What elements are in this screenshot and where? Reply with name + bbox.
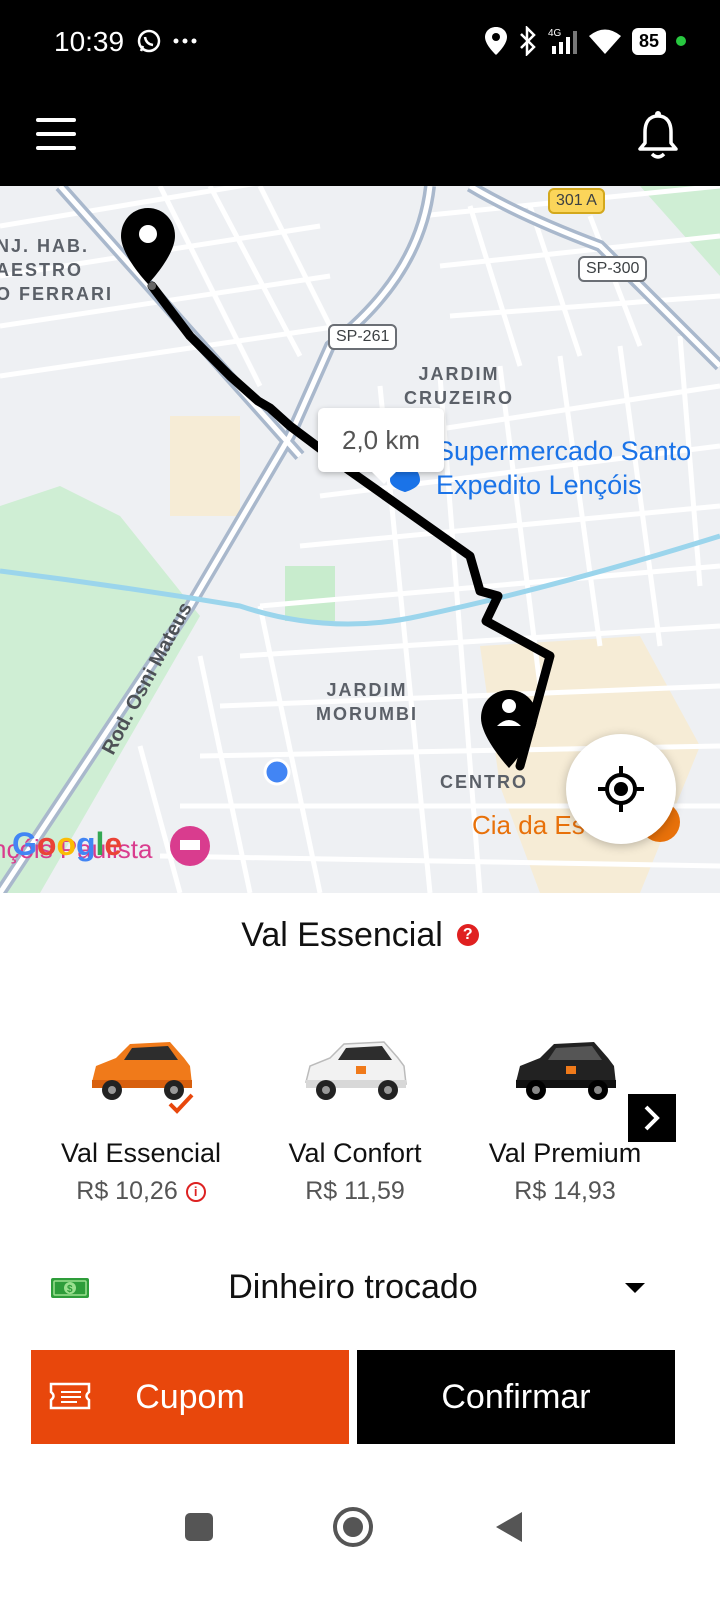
battery-level: 85 [631, 27, 666, 55]
app-header [0, 90, 720, 186]
selected-check-icon [168, 1093, 194, 1114]
next-cars-button[interactable] [628, 1094, 676, 1142]
chevron-right-icon [644, 1105, 660, 1131]
privacy-indicator [676, 36, 686, 46]
square-recents-icon[interactable] [174, 1502, 224, 1552]
google-logo: Google [12, 826, 123, 862]
car-image-essencial [86, 1030, 196, 1114]
car-price: R$ 11,59 [250, 1177, 460, 1206]
svg-text:4G: 4G [548, 28, 562, 39]
confirm-label: Confirmar [441, 1377, 591, 1416]
car-options: Val Essencial R$ 10,26 i Val Confort R$ [40, 1030, 660, 1230]
bluetooth-icon [520, 26, 536, 56]
car-image-confort [300, 1030, 410, 1108]
car-price-value: R$ 14,93 [514, 1177, 616, 1205]
distance-bubble: 2,0 km [318, 408, 444, 484]
car-name: Val Essencial [60, 1138, 222, 1168]
ride-title: Val Essencial [241, 915, 443, 954]
status-left-icons [136, 28, 198, 54]
car-price-value: R$ 11,59 [305, 1177, 405, 1205]
shield-sp300: SP-300 [578, 256, 648, 282]
car-option-essencial[interactable]: Val Essencial R$ 10,26 i [36, 1030, 246, 1230]
car-price: R$ 10,26 i [36, 1177, 246, 1206]
more-icon [173, 38, 197, 44]
system-nav-bar [0, 1474, 720, 1600]
ride-title-row: Val Essencial ? [0, 910, 720, 960]
status-time: 10:39 [54, 26, 125, 57]
payment-method-label: Dinheiro trocado [228, 1268, 478, 1306]
location-icon [484, 27, 507, 55]
circle-home-icon[interactable] [328, 1502, 378, 1552]
shield-sp261: SP-261 [328, 324, 398, 350]
map-label-jardim-morumbi: JARDIM MORUMBI [316, 680, 418, 724]
info-icon[interactable]: i [185, 1181, 206, 1202]
coupon-button[interactable]: Cupom [31, 1350, 349, 1444]
my-location-button[interactable] [566, 734, 676, 844]
car-name: Val Confort [288, 1138, 422, 1168]
poi-supermarket-label[interactable]: Supermercado Santo Expedito Lençóis [436, 434, 691, 502]
whatsapp-icon [137, 29, 161, 53]
triangle-back-icon[interactable] [484, 1502, 534, 1552]
confirm-button[interactable]: Confirmar [357, 1350, 675, 1444]
map-label-jardim-cruzeiro: JARDIM CRUZEIRO [404, 364, 514, 408]
ticket-icon [49, 1382, 91, 1410]
status-right-icons: 4G 85 [484, 26, 686, 56]
coupon-label: Cupom [135, 1377, 245, 1416]
bell-icon[interactable] [634, 110, 682, 162]
dropdown-arrow-icon[interactable] [624, 1282, 646, 1294]
payment-selector[interactable]: $ Dinheiro trocado [0, 1262, 720, 1322]
crosshair-icon [598, 766, 644, 812]
screen: 10:39 4G 85 NJ. HAB. AESTRO O FERRARI JA… [0, 0, 720, 1600]
status-bar: 10:39 4G 85 [0, 0, 720, 90]
map-label-centro: CENTRO [440, 772, 528, 792]
car-price: R$ 14,93 [460, 1177, 670, 1206]
car-image-premium [510, 1030, 620, 1108]
poi-cia-label[interactable]: Cia da Es [472, 810, 585, 841]
car-option-confort[interactable]: Val Confort R$ 11,59 [250, 1030, 460, 1230]
shield-301a: 301 A [548, 188, 605, 214]
wifi-icon [588, 29, 621, 54]
map-label-conj: NJ. HAB. AESTRO O FERRARI [0, 236, 113, 304]
car-price-value: R$ 10,26 [76, 1177, 178, 1205]
help-icon[interactable]: ? [456, 924, 479, 946]
car-name: Val Premium [488, 1138, 642, 1168]
signal-4g-icon: 4G [548, 28, 577, 54]
hamburger-menu-icon[interactable] [36, 114, 76, 154]
map-view[interactable]: NJ. HAB. AESTRO O FERRARI JARDIM CRUZEIR… [0, 186, 720, 893]
